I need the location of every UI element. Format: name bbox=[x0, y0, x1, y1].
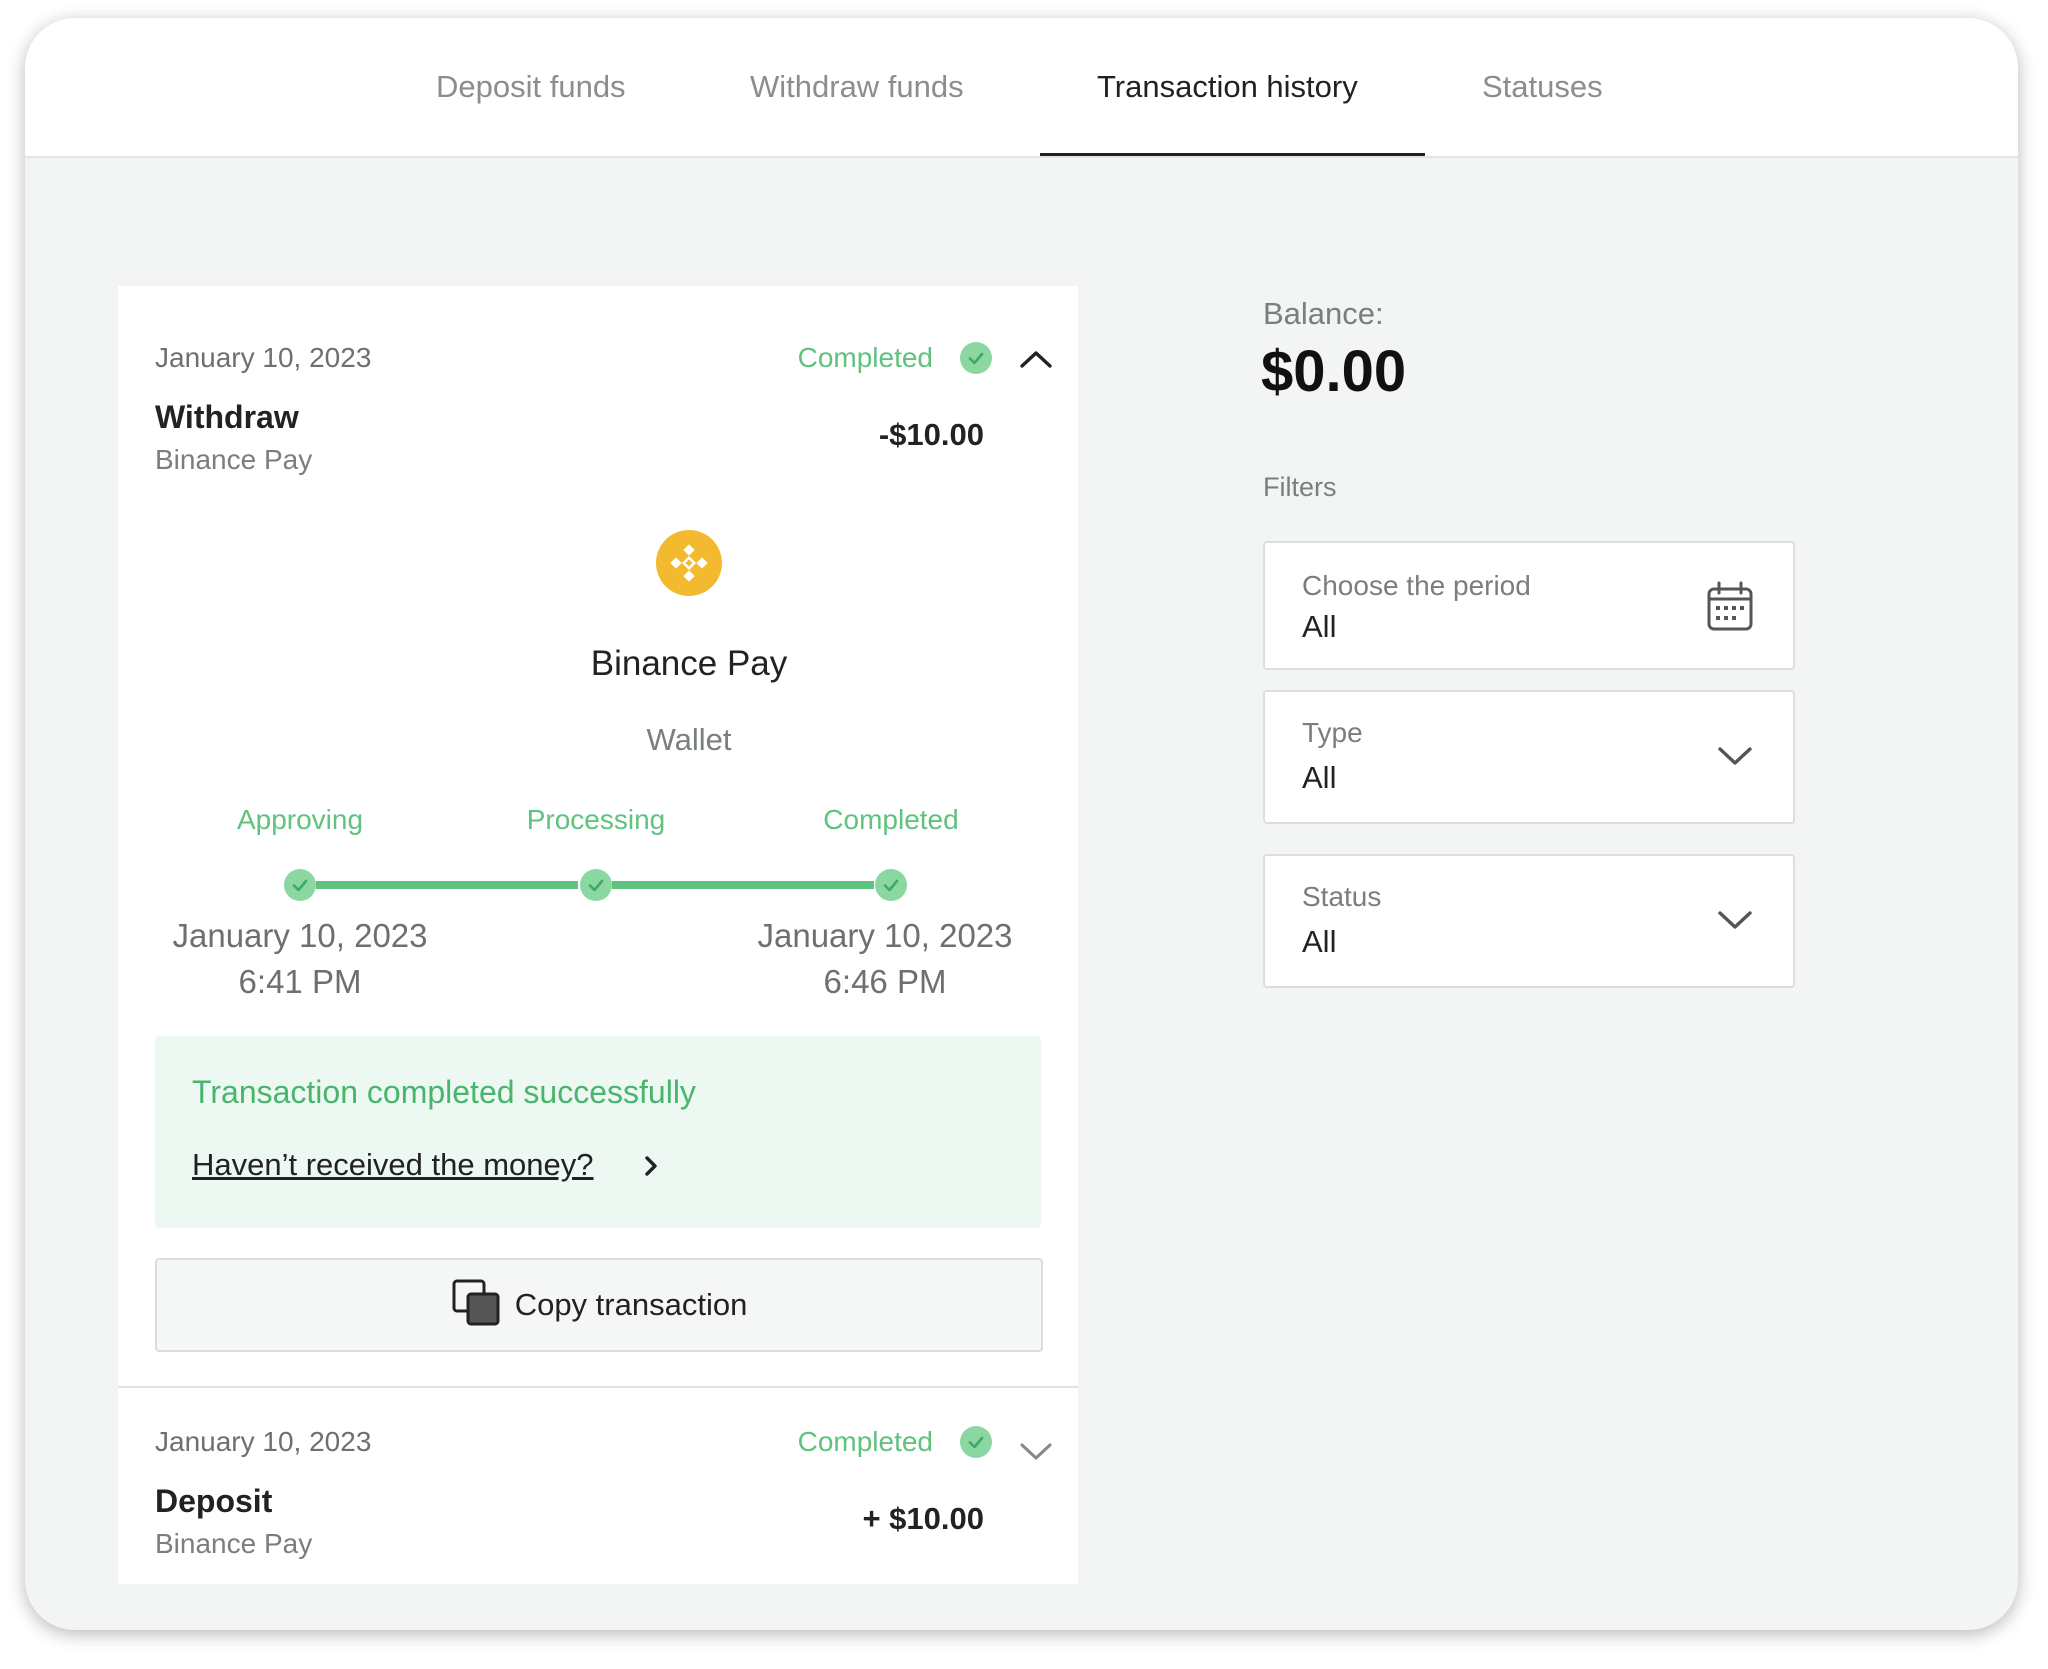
filter-value: All bbox=[1302, 924, 1337, 959]
transaction-type: Withdraw bbox=[155, 399, 299, 435]
transaction-list: January 10, 2023 Completed Withdraw Bina… bbox=[118, 286, 1078, 1584]
tab-withdraw-funds[interactable]: Withdraw funds bbox=[750, 18, 964, 156]
binance-logo-icon bbox=[656, 530, 722, 596]
step-date: January 10, 2023 6:46 PM bbox=[735, 913, 1035, 1005]
transaction-date: January 10, 2023 bbox=[155, 342, 372, 373]
step-check-icon bbox=[875, 869, 907, 901]
money-not-received-link[interactable]: Haven’t received the money? bbox=[192, 1147, 594, 1183]
check-circle-icon bbox=[960, 342, 992, 374]
success-message: Transaction completed successfully bbox=[192, 1074, 696, 1110]
type-filter[interactable]: Type All bbox=[1263, 690, 1795, 824]
progress-segment bbox=[316, 881, 578, 889]
transaction-amount: + $10.00 bbox=[862, 1501, 984, 1536]
step-check-icon bbox=[580, 869, 612, 901]
filter-label: Type bbox=[1302, 717, 1363, 748]
transaction-type: Deposit bbox=[155, 1483, 273, 1519]
copy-transaction-button[interactable]: Copy transaction bbox=[155, 1258, 1043, 1352]
transaction-amount: -$10.00 bbox=[878, 417, 984, 452]
step-date-day: January 10, 2023 bbox=[757, 917, 1013, 954]
balance-label: Balance: bbox=[1263, 296, 1384, 331]
tab-deposit-funds[interactable]: Deposit funds bbox=[436, 18, 626, 156]
active-tab-indicator bbox=[1040, 153, 1425, 156]
filter-value: All bbox=[1302, 609, 1337, 644]
success-notice: Transaction completed successfully Haven… bbox=[155, 1036, 1041, 1228]
expand-chevron-down-icon[interactable] bbox=[1018, 1436, 1054, 1466]
payment-method-name: Binance Pay bbox=[590, 644, 788, 683]
step-label-completed: Completed bbox=[823, 804, 959, 835]
check-circle-icon bbox=[960, 1426, 992, 1458]
app-window: Deposit funds Withdraw funds Transaction… bbox=[25, 18, 2018, 1630]
filter-value: All bbox=[1302, 760, 1337, 795]
calendar-icon bbox=[1705, 581, 1755, 638]
step-date-day: January 10, 2023 bbox=[172, 917, 428, 954]
filters-label: Filters bbox=[1263, 472, 1337, 502]
tab-statuses[interactable]: Statuses bbox=[1482, 18, 1603, 156]
transaction-method: Binance Pay bbox=[155, 444, 313, 475]
step-date-time: 6:46 PM bbox=[823, 963, 947, 1000]
balance-value: $0.00 bbox=[1261, 339, 1407, 404]
status-filter[interactable]: Status All bbox=[1263, 854, 1795, 988]
step-date: January 10, 2023 6:41 PM bbox=[150, 913, 450, 1005]
collapse-chevron-up-icon[interactable] bbox=[1018, 344, 1054, 374]
divider bbox=[118, 1386, 1078, 1388]
step-label-approving: Approving bbox=[236, 804, 364, 835]
step-check-icon bbox=[284, 869, 316, 901]
progress-segment bbox=[612, 881, 874, 889]
transaction-method: Binance Pay bbox=[155, 1528, 313, 1559]
chevron-right-icon[interactable] bbox=[641, 1152, 661, 1185]
payment-method-type: Wallet bbox=[646, 722, 732, 757]
transaction-date: January 10, 2023 bbox=[155, 1426, 372, 1457]
period-filter[interactable]: Choose the period All bbox=[1263, 541, 1795, 670]
chevron-down-icon bbox=[1715, 742, 1755, 775]
step-label-processing: Processing bbox=[526, 804, 666, 835]
status-badge: Completed bbox=[797, 1426, 933, 1457]
copy-transaction-label: Copy transaction bbox=[514, 1287, 748, 1322]
status-badge: Completed bbox=[797, 342, 933, 373]
copy-icon bbox=[451, 1278, 501, 1333]
filter-label: Choose the period bbox=[1302, 570, 1531, 601]
tab-transaction-history[interactable]: Transaction history bbox=[1097, 18, 1358, 156]
step-date-time: 6:41 PM bbox=[238, 963, 362, 1000]
chevron-down-icon bbox=[1715, 906, 1755, 939]
filter-label: Status bbox=[1302, 881, 1382, 912]
tab-bar: Deposit funds Withdraw funds Transaction… bbox=[25, 18, 2018, 158]
